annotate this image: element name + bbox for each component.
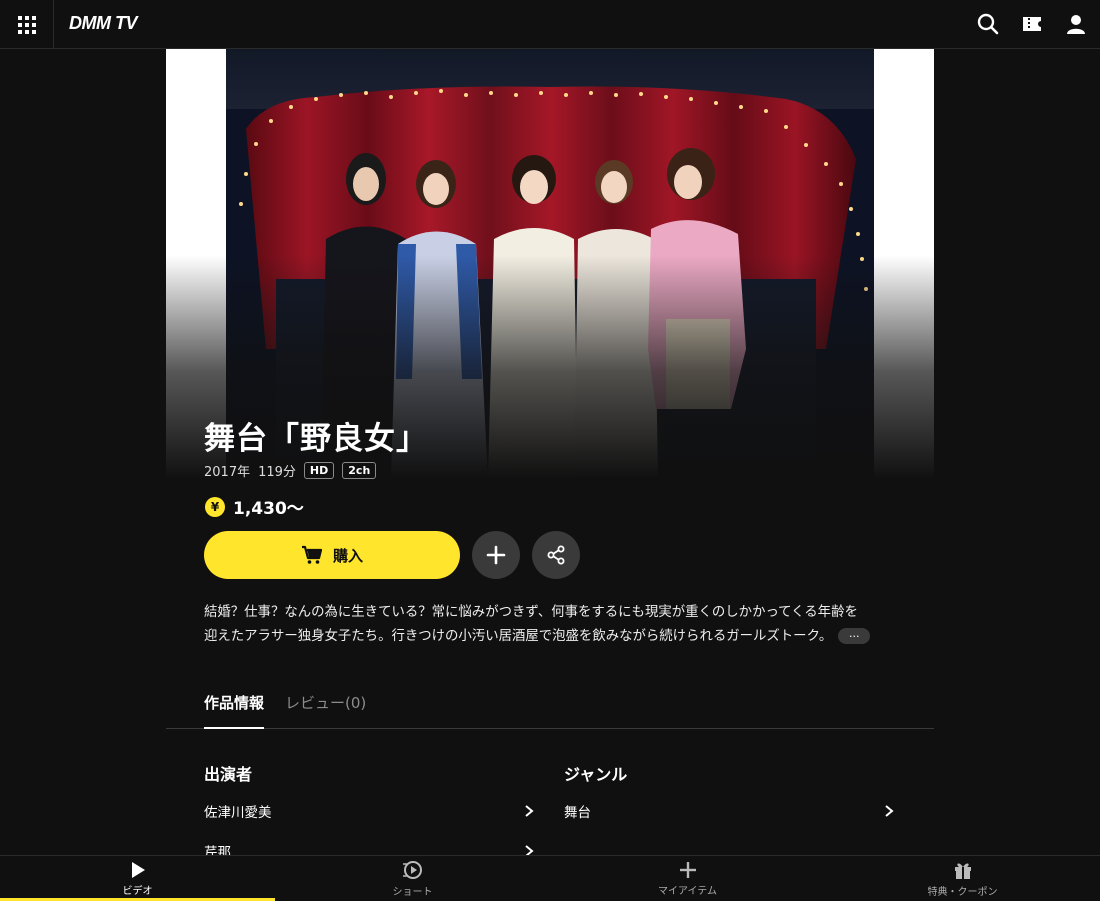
synopsis-line: 迎えたアラサー独身女子たち。行きつけの小汚い居酒屋で泡盛を飲みながら続けられるガ… <box>204 625 904 649</box>
tab-reviews[interactable]: レビュー(0) <box>285 692 366 729</box>
grid-menu-icon <box>17 15 36 34</box>
synopsis-line: 結婚？仕事？なんの為に生きている？常に悩みがつきず、何事をするにも現実が重くのし… <box>204 605 858 620</box>
title-meta: 2017年 119分 HD 2ch <box>204 461 377 480</box>
nav-label: マイアイテム <box>658 885 717 897</box>
top-header: DMM TV <box>0 0 1100 49</box>
dmm-tv-logo[interactable]: DMM TV <box>69 13 138 34</box>
gift-icon <box>954 863 971 879</box>
cast-section-title: 出演者 <box>204 765 253 784</box>
genre-section-title: ジャンル <box>564 765 628 784</box>
chevron-right-icon <box>525 805 534 817</box>
synopsis: 結婚？仕事？なんの為に生きている？常に悩みがつきず、何事をするにも現実が重くのし… <box>204 601 904 649</box>
account-button[interactable] <box>1064 12 1088 36</box>
ticket-icon <box>1023 17 1041 31</box>
nav-short[interactable]: ショート <box>275 856 550 901</box>
ticket-button[interactable] <box>1020 12 1044 36</box>
synopsis-text: 迎えたアラサー独身女子たち。行きつけの小汚い居酒屋で泡盛を飲みながら続けられるガ… <box>204 629 833 644</box>
plus-icon <box>486 545 506 565</box>
hd-badge: HD <box>303 462 335 479</box>
yen-icon: ¥ <box>205 496 225 517</box>
cast-item[interactable]: 佐津川愛美 <box>204 799 534 823</box>
nav-label: 特典・クーポン <box>927 886 998 898</box>
audio-channel-badge: 2ch <box>342 462 377 479</box>
duration: 119分 <box>258 465 296 480</box>
plus-icon <box>679 861 696 878</box>
tab-work-info[interactable]: 作品情報 <box>204 692 265 729</box>
bottom-navigation: ビデオ ショート マイアイテム 特典・クーポン <box>0 855 1100 901</box>
release-year: 2017年 <box>204 465 251 480</box>
genre-item[interactable]: 舞台 <box>564 799 894 823</box>
genre-name: 舞台 <box>564 805 591 821</box>
short-play-icon <box>402 860 422 879</box>
price-value: 1,430〜 <box>233 499 304 519</box>
buy-button[interactable]: 購入 <box>204 531 460 579</box>
user-icon <box>1067 15 1085 34</box>
expand-synopsis-button[interactable]: ··· <box>838 628 871 644</box>
page-title: 舞台「野良女」 <box>204 421 428 457</box>
nav-coupons[interactable]: 特典・クーポン <box>825 856 1100 901</box>
share-button[interactable] <box>532 531 580 579</box>
search-icon <box>977 13 999 35</box>
buy-button-label: 購入 <box>332 546 363 565</box>
nav-video[interactable]: ビデオ <box>0 856 275 901</box>
cart-icon <box>301 545 323 564</box>
play-icon <box>131 861 145 878</box>
cast-name: 佐津川愛美 <box>204 805 272 821</box>
price-info: ¥ 1,430〜 <box>205 494 304 519</box>
nav-label: ショート <box>392 886 433 898</box>
share-icon <box>547 545 565 565</box>
add-to-mylist-button[interactable] <box>472 531 520 579</box>
grid-menu-button[interactable] <box>0 0 54 49</box>
content-tabs: 作品情報 レビュー(0) <box>166 680 934 729</box>
chevron-right-icon <box>885 805 894 817</box>
search-button[interactable] <box>976 12 1000 36</box>
nav-my-items[interactable]: マイアイテム <box>550 856 825 901</box>
nav-label: ビデオ <box>122 885 153 897</box>
